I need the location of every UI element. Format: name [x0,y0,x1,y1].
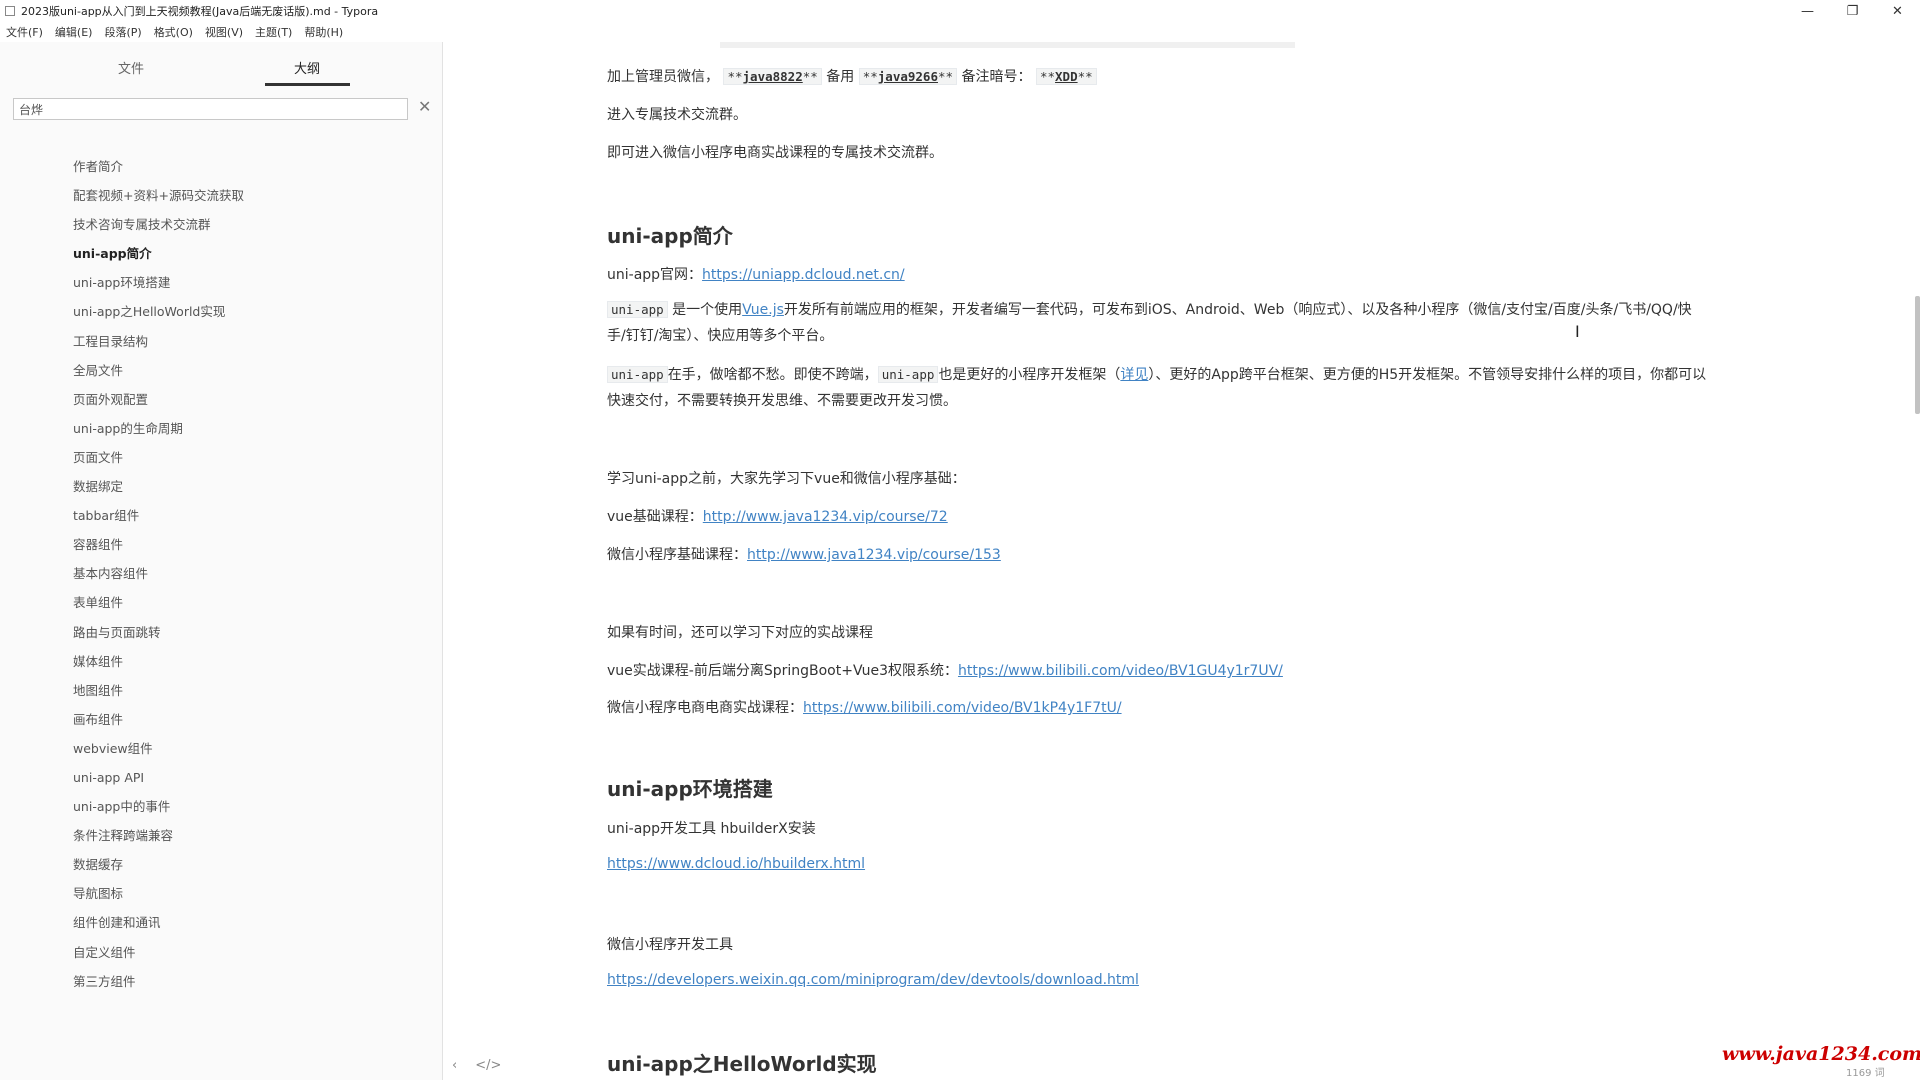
outline-item[interactable]: 条件注释跨端兼容 [73,821,244,850]
wx-practice-line: 微信小程序电商电商实战课程：https://www.bilibili.com/v… [607,700,1122,716]
hbuilder-line: https://www.dcloud.io/hbuilderx.html [607,856,865,872]
official-site-line: uni-app官网：https://uniapp.dcloud.net.cn/ [607,267,905,283]
restore-icon[interactable]: ❐ [1830,0,1875,22]
outline-item[interactable]: 基本内容组件 [73,559,244,588]
word-count[interactable]: 1169 词 [1846,1064,1885,1079]
outline-item[interactable]: 容器组件 [73,530,244,559]
outline-item[interactable]: webview组件 [73,734,244,763]
top-fade [720,42,1295,48]
wx-devtools-line: 微信小程序开发工具 [607,937,733,953]
outline-item[interactable]: uni-app API [73,763,244,792]
wx-course-link[interactable]: http://www.java1234.vip/course/153 [747,547,1001,563]
outline-item[interactable]: 画布组件 [73,705,244,734]
paragraph-join-course-group: 即可进入微信小程序电商实战课程的专属技术交流群。 [607,145,943,161]
hbuilder-link[interactable]: https://www.dcloud.io/hbuilderx.html [607,856,865,872]
clear-search-icon[interactable]: ✕ [418,97,431,116]
wx-course-line: 微信小程序基础课程：http://www.java1234.vip/course… [607,547,1001,563]
menu-bar: 文件(F) 编辑(E) 段落(P) 格式(O) 视图(V) 主题(T) 帮助(H… [0,22,1920,42]
outline-item[interactable]: 页面外观配置 [73,385,244,414]
tab-outline[interactable]: 大纲 [294,58,320,77]
outline-item[interactable]: tabbar组件 [73,501,244,530]
outline-item[interactable]: uni-app环境搭建 [73,268,244,297]
outline-item[interactable]: 数据绑定 [73,472,244,501]
wx-devtools-link[interactable]: https://developers.weixin.qq.com/minipro… [607,972,1139,988]
official-site-link[interactable]: https://uniapp.dcloud.net.cn/ [702,267,905,283]
contact-line: 加上管理员微信， **java8822** 备用 **java9266** 备注… [607,66,1097,86]
wx-devtools-url-line: https://developers.weixin.qq.com/minipro… [607,972,1139,988]
text-cursor-icon: I [1575,322,1580,341]
menu-edit[interactable]: 编辑(E) [49,24,99,40]
menu-paragraph[interactable]: 段落(P) [98,24,147,40]
heading-helloworld: uni-app之HelloWorld实现 [607,1052,877,1076]
outline-item[interactable]: 地图组件 [73,676,244,705]
watermark: www.java1234.com [1722,1043,1920,1065]
more-courses-line: 如果有时间，还可以学习下对应的实战课程 [607,625,873,641]
outline-item[interactable]: 作者简介 [73,152,244,181]
menu-help[interactable]: 帮助(H) [298,24,349,40]
outline-item[interactable]: uni-app简介 [73,239,244,268]
outline-item[interactable]: 自定义组件 [73,938,244,967]
outline-item[interactable]: 第三方组件 [73,967,244,996]
outline-item[interactable]: 导航图标 [73,879,244,908]
details-link[interactable]: 详见 [1120,367,1148,383]
minimize-icon[interactable]: — [1785,0,1830,22]
heading-uniapp-intro: uni-app简介 [607,224,733,248]
outline-item[interactable]: 路由与页面跳转 [73,618,244,647]
vue-practice-line: vue实战课程-前后端分离SpringBoot+Vue3权限系统：https:/… [607,663,1283,679]
vuejs-link[interactable]: Vue.js [742,302,784,318]
sidebar-tabs: 文件 大纲 [0,42,442,88]
outline-item[interactable]: uni-app之HelloWorld实现 [73,297,244,326]
outline-item[interactable]: uni-app中的事件 [73,792,244,821]
outline-item[interactable]: uni-app的生命周期 [73,414,244,443]
outline-item[interactable]: 页面文件 [73,443,244,472]
editor-scrollbar[interactable] [1915,296,1920,414]
window-title: 2023版uni-app从入门到上天视频教程(Java后端无废话版).md - … [21,5,379,18]
close-icon[interactable]: ✕ [1875,0,1920,22]
outline-item[interactable]: 技术咨询专属技术交流群 [73,210,244,239]
outline-item[interactable]: 媒体组件 [73,647,244,676]
outline-item[interactable]: 全局文件 [73,356,244,385]
intro-paragraph-1: uni-app 是一个使用Vue.js开发所有前端应用的框架，开发者编写一套代码… [607,301,1692,344]
hbuilder-install-line: uni-app开发工具 hbuilderX安装 [607,821,816,837]
menu-format[interactable]: 格式(O) [148,24,199,40]
outline-search-input[interactable] [13,98,408,120]
paragraph-join-group: 进入专属技术交流群。 [607,107,747,123]
menu-theme[interactable]: 主题(T) [249,24,298,40]
menu-file[interactable]: 文件(F) [0,24,49,40]
tab-files[interactable]: 文件 [118,58,144,77]
outline-item[interactable]: 工程目录结构 [73,327,244,356]
menu-view[interactable]: 视图(V) [199,24,249,40]
title-bar: 2023版uni-app从入门到上天视频教程(Java后端无废话版).md - … [0,0,1920,22]
learn-prereq-line: 学习uni-app之前，大家先学习下vue和微信小程序基础： [607,471,966,487]
vue-course-line: vue基础课程：http://www.java1234.vip/course/7… [607,509,948,525]
editor-pane[interactable]: 加上管理员微信， **java8822** 备用 **java9266** 备注… [444,42,1920,1080]
code-word: **XDD** [1035,68,1097,85]
sidebar: 文件 大纲 ✕ 作者简介配套视频+资料+源码交流获取技术咨询专属技术交流群uni… [0,42,443,1080]
vue-course-link[interactable]: http://www.java1234.vip/course/72 [703,509,948,525]
outline-item[interactable]: 数据缓存 [73,850,244,879]
vue-practice-link[interactable]: https://www.bilibili.com/video/BV1GU4y1r… [958,663,1283,679]
wechat-id-1: **java8822** [723,68,822,85]
app-icon [5,6,15,16]
wx-practice-link[interactable]: https://www.bilibili.com/video/BV1kP4y1F… [803,700,1122,716]
outline-list: 作者简介 配套视频+资料+源码交流获取 技术咨询专属技术交流群 uni-app简介 un… [73,152,244,996]
outline-item[interactable]: 表单组件 [73,588,244,617]
window-controls: — ❐ ✕ [1785,0,1920,22]
tab-active-indicator [265,83,350,86]
outline-item[interactable]: 配套视频+资料+源码交流获取 [73,181,244,210]
heading-env-setup: uni-app环境搭建 [607,777,773,801]
intro-paragraph-2: uni-app 在手，做啥都不愁。即使不跨端， uni-app 也是更好的小程序开发框… [607,366,1707,409]
wechat-id-2: **java9266** [858,68,958,85]
outline-item[interactable]: 组件创建和通讯 [73,908,244,937]
